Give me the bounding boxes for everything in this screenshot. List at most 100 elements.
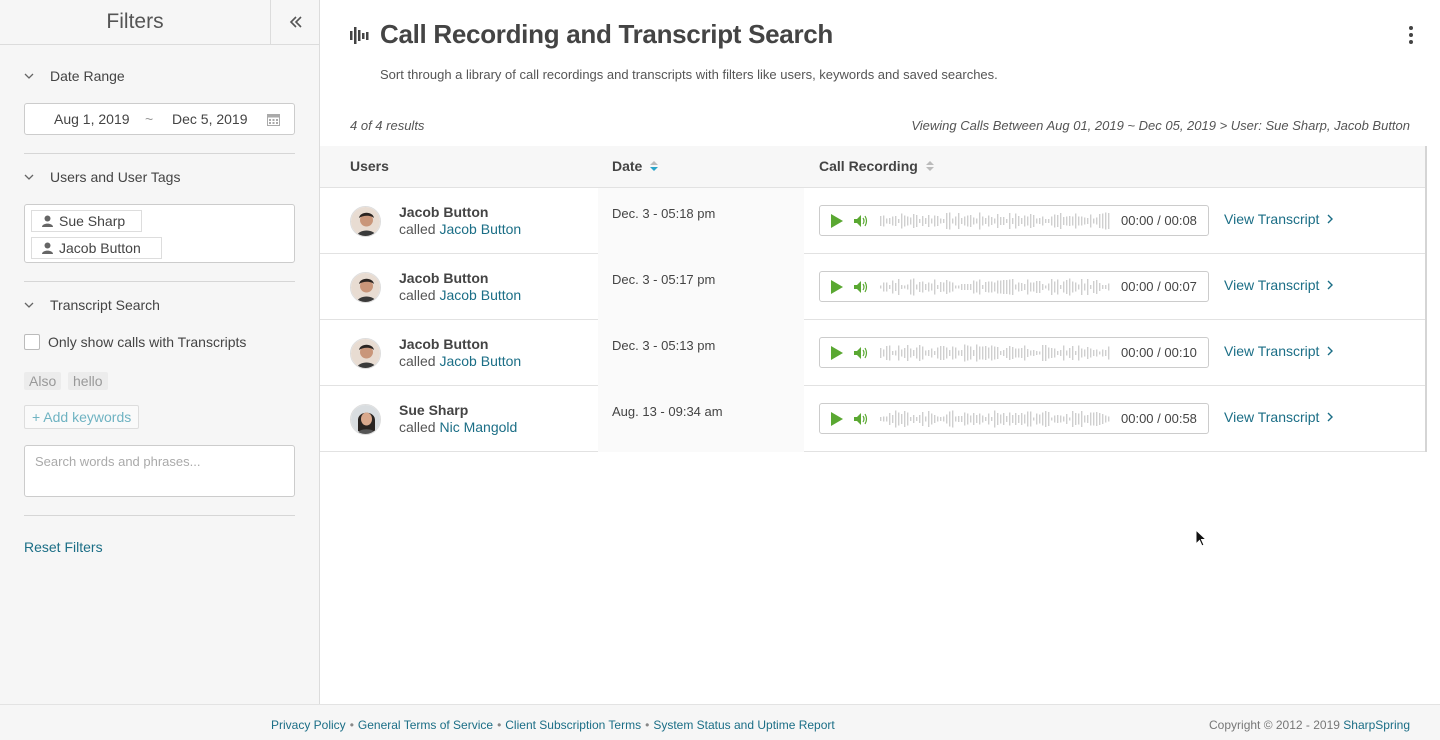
called-user-link[interactable]: Jacob Button bbox=[439, 287, 521, 303]
copyright: Copyright © 2012 - 2019 SharpSpring bbox=[1209, 718, 1410, 732]
link-separator: • bbox=[349, 718, 354, 732]
date-range-picker[interactable]: Aug 1, 2019 ~ Dec 5, 2019 bbox=[24, 103, 295, 135]
playback-time: 00:00 / 00:10 bbox=[1121, 345, 1197, 360]
view-transcript-link[interactable]: View Transcript bbox=[1224, 211, 1334, 227]
mouse-cursor-icon bbox=[1195, 529, 1207, 547]
audio-player: 00:00 / 00:07 bbox=[819, 271, 1209, 302]
waveform-seekbar[interactable] bbox=[880, 343, 1112, 363]
brand-link[interactable]: SharpSpring bbox=[1343, 718, 1410, 732]
transcripts-only-option[interactable]: Only show calls with Transcripts bbox=[24, 334, 246, 350]
calendar-icon bbox=[267, 114, 280, 126]
user-tag[interactable]: Sue Sharp bbox=[31, 210, 142, 232]
more-options-icon[interactable] bbox=[1408, 26, 1414, 44]
volume-icon[interactable] bbox=[854, 215, 869, 227]
caller-name: Jacob Button bbox=[399, 336, 489, 352]
waveform-seekbar[interactable] bbox=[880, 409, 1112, 429]
column-header-users: Users bbox=[350, 158, 389, 174]
view-transcript-link[interactable]: View Transcript bbox=[1224, 277, 1334, 293]
keyword-chip[interactable]: hello bbox=[68, 372, 108, 390]
table-row: Jacob Button called Jacob Button Dec. 3 … bbox=[320, 254, 1426, 320]
avatar bbox=[350, 404, 381, 435]
link-separator: • bbox=[497, 718, 502, 732]
play-icon[interactable] bbox=[830, 280, 844, 294]
date-range-section-toggle[interactable]: Date Range bbox=[24, 68, 125, 84]
caller-name: Jacob Button bbox=[399, 204, 489, 220]
divider bbox=[24, 515, 295, 516]
transcripts-only-checkbox[interactable] bbox=[24, 334, 40, 350]
terms-of-service-link[interactable]: General Terms of Service bbox=[358, 718, 493, 732]
copyright-text: Copyright © 2012 - 2019 bbox=[1209, 718, 1340, 732]
end-date: Dec 5, 2019 bbox=[172, 111, 248, 127]
link-separator: • bbox=[645, 718, 650, 732]
chevron-right-icon bbox=[1327, 346, 1334, 356]
caller-name: Jacob Button bbox=[399, 270, 489, 286]
user-tag[interactable]: Jacob Button bbox=[31, 237, 162, 259]
column-header-label: Date bbox=[612, 158, 643, 174]
date-separator: ~ bbox=[145, 111, 154, 127]
reset-filters-link[interactable]: Reset Filters bbox=[24, 539, 103, 555]
date-range-heading: Date Range bbox=[50, 68, 125, 84]
waveform-seekbar[interactable] bbox=[880, 211, 1112, 231]
call-date: Dec. 3 - 05:18 pm bbox=[612, 206, 716, 221]
add-keywords-button[interactable]: + Add keywords bbox=[24, 405, 140, 429]
called-info: called Jacob Button bbox=[399, 353, 521, 369]
volume-icon[interactable] bbox=[854, 347, 869, 359]
table-scrollbar[interactable] bbox=[1425, 146, 1427, 452]
audio-player: 00:00 / 00:10 bbox=[819, 337, 1209, 368]
volume-icon[interactable] bbox=[854, 281, 869, 293]
transcript-search-input[interactable] bbox=[24, 445, 295, 497]
chevron-right-icon bbox=[1327, 412, 1334, 422]
privacy-policy-link[interactable]: Privacy Policy bbox=[271, 718, 346, 732]
column-header-label: Users bbox=[350, 158, 389, 174]
called-info: called Nic Mangold bbox=[399, 419, 517, 435]
play-icon[interactable] bbox=[830, 412, 844, 426]
column-header-date[interactable]: Date bbox=[612, 158, 659, 174]
chevron-right-icon bbox=[1327, 280, 1334, 290]
chevron-down-icon bbox=[24, 302, 34, 308]
playback-time: 00:00 / 00:08 bbox=[1121, 213, 1197, 228]
audio-player: 00:00 / 00:08 bbox=[819, 205, 1209, 236]
avatar bbox=[350, 272, 381, 303]
users-heading: Users and User Tags bbox=[50, 169, 181, 185]
called-prefix: called bbox=[399, 419, 436, 435]
called-user-link[interactable]: Jacob Button bbox=[439, 221, 521, 237]
sidebar-header: Filters bbox=[0, 0, 319, 45]
date-cell: Dec. 3 - 05:13 pm bbox=[598, 320, 804, 386]
table-row: Jacob Button called Jacob Button Dec. 3 … bbox=[320, 320, 1426, 386]
table-row: Sue Sharp called Nic Mangold Aug. 13 - 0… bbox=[320, 386, 1426, 452]
playback-time: 00:00 / 00:58 bbox=[1121, 411, 1197, 426]
sort-icon bbox=[925, 161, 934, 171]
chevron-down-icon bbox=[24, 174, 34, 180]
play-icon[interactable] bbox=[830, 214, 844, 228]
sidebar-title: Filters bbox=[106, 10, 164, 33]
users-section-toggle[interactable]: Users and User Tags bbox=[24, 169, 180, 185]
date-cell: Aug. 13 - 09:34 am bbox=[598, 386, 804, 452]
play-icon[interactable] bbox=[830, 346, 844, 360]
waveform-seekbar[interactable] bbox=[880, 277, 1112, 297]
called-prefix: called bbox=[399, 221, 436, 237]
user-tags-input[interactable]: Sue Sharp Jacob Button bbox=[24, 204, 295, 263]
sort-descending-icon bbox=[650, 161, 659, 171]
system-status-link[interactable]: System Status and Uptime Report bbox=[653, 718, 834, 732]
collapse-sidebar-button[interactable] bbox=[270, 0, 320, 44]
view-transcript-label: View Transcript bbox=[1224, 211, 1320, 227]
call-date: Aug. 13 - 09:34 am bbox=[612, 404, 723, 419]
page-footer: Privacy Policy • General Terms of Service •… bbox=[0, 704, 1440, 740]
user-icon bbox=[42, 242, 53, 254]
subscription-terms-link[interactable]: Client Subscription Terms bbox=[505, 718, 641, 732]
user-tag-label: Sue Sharp bbox=[59, 213, 126, 229]
volume-icon[interactable] bbox=[854, 413, 869, 425]
called-user-link[interactable]: Nic Mangold bbox=[439, 419, 517, 435]
user-icon bbox=[42, 215, 53, 227]
caller-name: Sue Sharp bbox=[399, 402, 469, 418]
view-transcript-label: View Transcript bbox=[1224, 343, 1320, 359]
date-cell: Dec. 3 - 05:17 pm bbox=[598, 254, 804, 320]
active-filter-summary: Viewing Calls Between Aug 01, 2019 ~ Dec… bbox=[911, 118, 1410, 133]
transcript-section-toggle[interactable]: Transcript Search bbox=[24, 297, 160, 313]
call-date: Dec. 3 - 05:13 pm bbox=[612, 338, 716, 353]
view-transcript-link[interactable]: View Transcript bbox=[1224, 343, 1334, 359]
column-header-recording[interactable]: Call Recording bbox=[819, 158, 934, 174]
called-user-link[interactable]: Jacob Button bbox=[439, 353, 521, 369]
view-transcript-link[interactable]: View Transcript bbox=[1224, 409, 1334, 425]
keyword-chip[interactable]: Also bbox=[24, 372, 62, 390]
